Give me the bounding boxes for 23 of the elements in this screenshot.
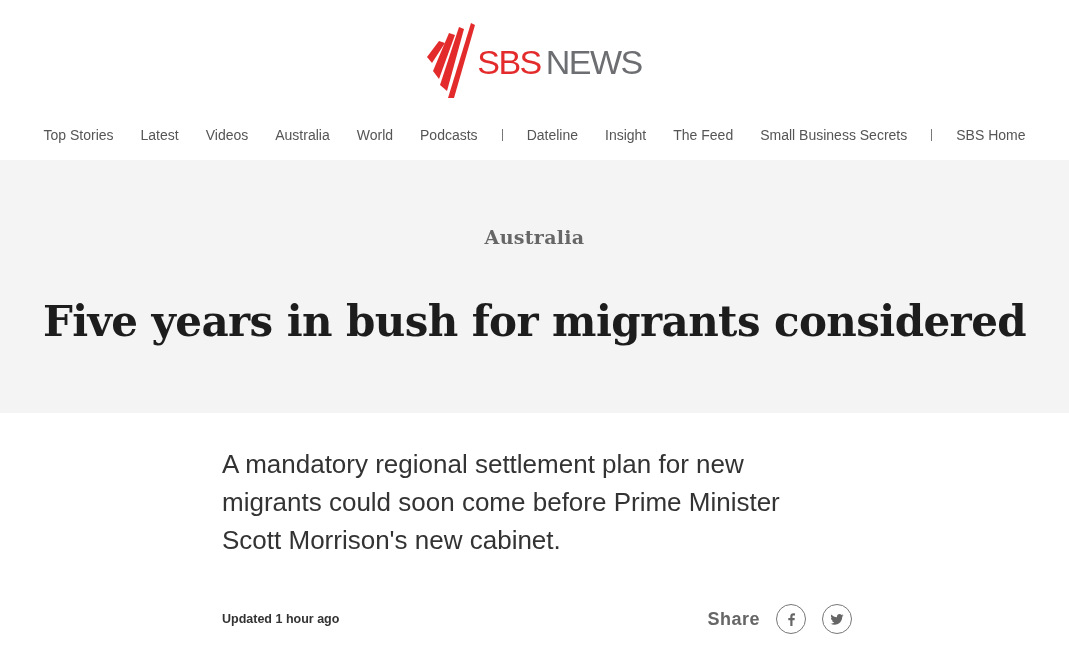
category-label: Australia <box>484 226 585 248</box>
nav-link[interactable]: Australia <box>275 127 330 143</box>
nav-link[interactable]: Top Stories <box>43 127 114 143</box>
share-button[interactable] <box>776 604 806 634</box>
nav-link[interactable]: SBS Home <box>956 127 1026 143</box>
share-label: Share <box>707 608 760 630</box>
nav-link[interactable]: Podcasts <box>420 127 478 143</box>
nav-link[interactable]: The Feed <box>673 127 734 143</box>
logo-mark-icon <box>427 22 476 98</box>
nav-link[interactable]: Latest <box>140 127 179 143</box>
bird-icon <box>830 613 844 625</box>
article-headline: Five years in bush for migrants considered <box>42 298 1026 347</box>
nav-link[interactable]: Insight <box>605 127 647 143</box>
nav-link[interactable]: Dateline <box>526 127 578 143</box>
nav-link[interactable]: Small Business Secrets <box>760 127 908 143</box>
logo-section-text: NEWS <box>545 45 642 79</box>
logo-brand-text: SBS <box>477 45 541 79</box>
letter-f-icon <box>787 612 795 626</box>
nav-link[interactable]: Videos <box>205 127 249 143</box>
updated-time: Updated 1 hour ago <box>222 612 340 626</box>
nav-link[interactable]: World <box>356 127 394 143</box>
share-button[interactable] <box>822 604 852 634</box>
article-lead: A mandatory regional settlement plan for new migrants could soon come before Prime Minister Scott Morrison's new cabinet. <box>222 448 781 557</box>
